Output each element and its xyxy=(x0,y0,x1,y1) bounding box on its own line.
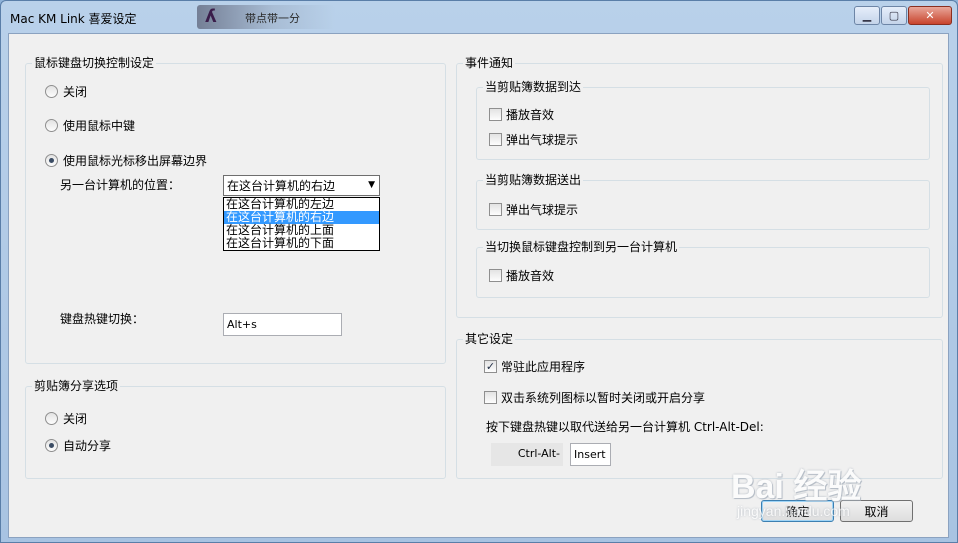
event-notify-group: 事件通知 当剪贴簿数据到达 播放音效 弹出气球提示 当剪贴簿数据送出 弹出气球提… xyxy=(456,55,943,318)
radio-clipboard-auto-icon[interactable] xyxy=(45,438,58,452)
arrive-sound-label: 播放音效 xyxy=(506,107,555,122)
close-button[interactable]: ✕ xyxy=(908,6,952,25)
cad-prefix: Ctrl-Alt- xyxy=(491,443,563,466)
minimize-button[interactable]: ▁ xyxy=(854,6,880,25)
cancel-button[interactable]: 取消 xyxy=(840,500,913,522)
close-icon: ✕ xyxy=(925,9,935,22)
position-selected-value: 在这台计算机的右边 xyxy=(227,179,336,193)
title-bar[interactable]: Mac KM Link 喜爱设定 ʎ 带点带一分 ▁ ▢ ✕ xyxy=(1,1,957,33)
resident-checkbox[interactable]: ✓ xyxy=(484,359,497,373)
double-click-label: 双击系统列图标以暂时关闭或开启分享 xyxy=(501,390,706,405)
clipboard-share-group: 剪贴簿分享选项 关闭 自动分享 xyxy=(25,378,446,479)
clipboard-send-group: 当剪贴簿数据送出 弹出气球提示 xyxy=(476,172,930,230)
clipboard-group-title: 剪贴簿分享选项 xyxy=(32,378,121,394)
ok-button[interactable]: 确定 xyxy=(761,500,834,522)
radio-clipboard-off-icon[interactable] xyxy=(45,411,58,425)
dropdown-option-below[interactable]: 在这台计算机的下面 xyxy=(224,237,379,250)
settings-window: Mac KM Link 喜爱设定 ʎ 带点带一分 ▁ ▢ ✕ 鼠标键盘切换控制设… xyxy=(0,0,958,543)
kvm-option-off[interactable]: 关闭 xyxy=(45,83,87,99)
hotkey-input[interactable]: Alt+s xyxy=(223,313,342,336)
send-balloon-checkbox[interactable] xyxy=(489,202,502,216)
position-label: 另一台计算机的位置： xyxy=(60,178,181,192)
position-select[interactable]: 在这台计算机的右边 ▼ xyxy=(223,175,380,196)
arrive-balloon-label: 弹出气球提示 xyxy=(506,132,579,147)
switch-play-sound-option[interactable]: 播放音效 xyxy=(489,267,554,283)
kvm-option-edge[interactable]: 使用鼠标光标移出屏幕边界 xyxy=(45,152,207,168)
clipboard-option-auto[interactable]: 自动分享 xyxy=(45,437,111,453)
kvm-option-off-label: 关闭 xyxy=(63,84,88,99)
switch-sound-label: 播放音效 xyxy=(506,268,555,283)
minimize-icon: ▁ xyxy=(862,9,872,22)
send-group-title: 当剪贴簿数据送出 xyxy=(483,172,584,188)
cad-hotkey-label: 按下键盘热键以取代送给另一台计算机 Ctrl-Alt-Del: xyxy=(486,420,764,434)
title-decoration-text: 带点带一分 xyxy=(245,12,300,25)
kvm-option-edge-label: 使用鼠标光标移出屏幕边界 xyxy=(63,153,208,168)
window-title: Mac KM Link 喜爱设定 xyxy=(10,12,137,26)
cad-key-input[interactable]: Insert xyxy=(570,443,611,466)
clipboard-option-auto-label: 自动分享 xyxy=(63,438,112,453)
clipboard-option-off-label: 关闭 xyxy=(63,411,88,426)
arrive-balloon-checkbox[interactable] xyxy=(489,132,502,146)
clipboard-option-off[interactable]: 关闭 xyxy=(45,410,87,426)
other-settings-group: 其它设定 ✓ 常驻此应用程序 双击系统列图标以暂时关闭或开启分享 按下键盘热键以… xyxy=(456,331,943,479)
chevron-down-icon[interactable]: ▼ xyxy=(368,180,375,190)
kvm-settings-group: 鼠标键盘切换控制设定 关闭 使用鼠标中键 使用鼠标光标移出屏幕边界 另一台计算机… xyxy=(25,55,446,364)
arrive-sound-checkbox[interactable] xyxy=(489,107,502,121)
other-group-title: 其它设定 xyxy=(463,331,516,347)
send-balloon-label: 弹出气球提示 xyxy=(506,202,579,217)
arrive-group-title: 当剪贴簿数据到达 xyxy=(483,79,584,95)
dialog-client-area: 鼠标键盘切换控制设定 关闭 使用鼠标中键 使用鼠标光标移出屏幕边界 另一台计算机… xyxy=(8,33,949,538)
switch-group-title: 当切换鼠标键盘控制到另一台计算机 xyxy=(483,239,680,255)
radio-off-icon[interactable] xyxy=(45,84,58,98)
hotkey-label: 键盘热键切换： xyxy=(60,312,145,326)
maximize-icon: ▢ xyxy=(888,9,900,22)
title-decoration: ʎ 带点带一分 xyxy=(197,5,335,29)
arrive-balloon-option[interactable]: 弹出气球提示 xyxy=(489,131,578,147)
kvm-group-title: 鼠标键盘切换控制设定 xyxy=(32,55,157,71)
kvm-option-middle-button[interactable]: 使用鼠标中键 xyxy=(45,117,135,133)
event-group-title: 事件通知 xyxy=(463,55,516,71)
resident-label: 常驻此应用程序 xyxy=(501,359,586,374)
arrive-play-sound-option[interactable]: 播放音效 xyxy=(489,106,554,122)
clipboard-arrive-group: 当剪贴簿数据到达 播放音效 弹出气球提示 xyxy=(476,79,930,160)
maximize-button[interactable]: ▢ xyxy=(881,6,907,25)
switch-sound-checkbox[interactable] xyxy=(489,268,502,282)
position-dropdown-list: 在这台计算机的左边 在这台计算机的右边 在这台计算机的上面 在这台计算机的下面 xyxy=(223,197,380,251)
switch-control-group: 当切换鼠标键盘控制到另一台计算机 播放音效 xyxy=(476,239,930,298)
radio-edge-icon[interactable] xyxy=(45,153,58,167)
app-logo-icon: ʎ xyxy=(205,6,217,27)
resident-option[interactable]: ✓ 常驻此应用程序 xyxy=(484,358,585,374)
kvm-option-middle-label: 使用鼠标中键 xyxy=(63,118,136,133)
radio-middle-button-icon[interactable] xyxy=(45,118,58,132)
double-click-checkbox[interactable] xyxy=(484,390,497,404)
double-click-option[interactable]: 双击系统列图标以暂时关闭或开启分享 xyxy=(484,389,705,405)
send-balloon-option[interactable]: 弹出气球提示 xyxy=(489,201,578,217)
